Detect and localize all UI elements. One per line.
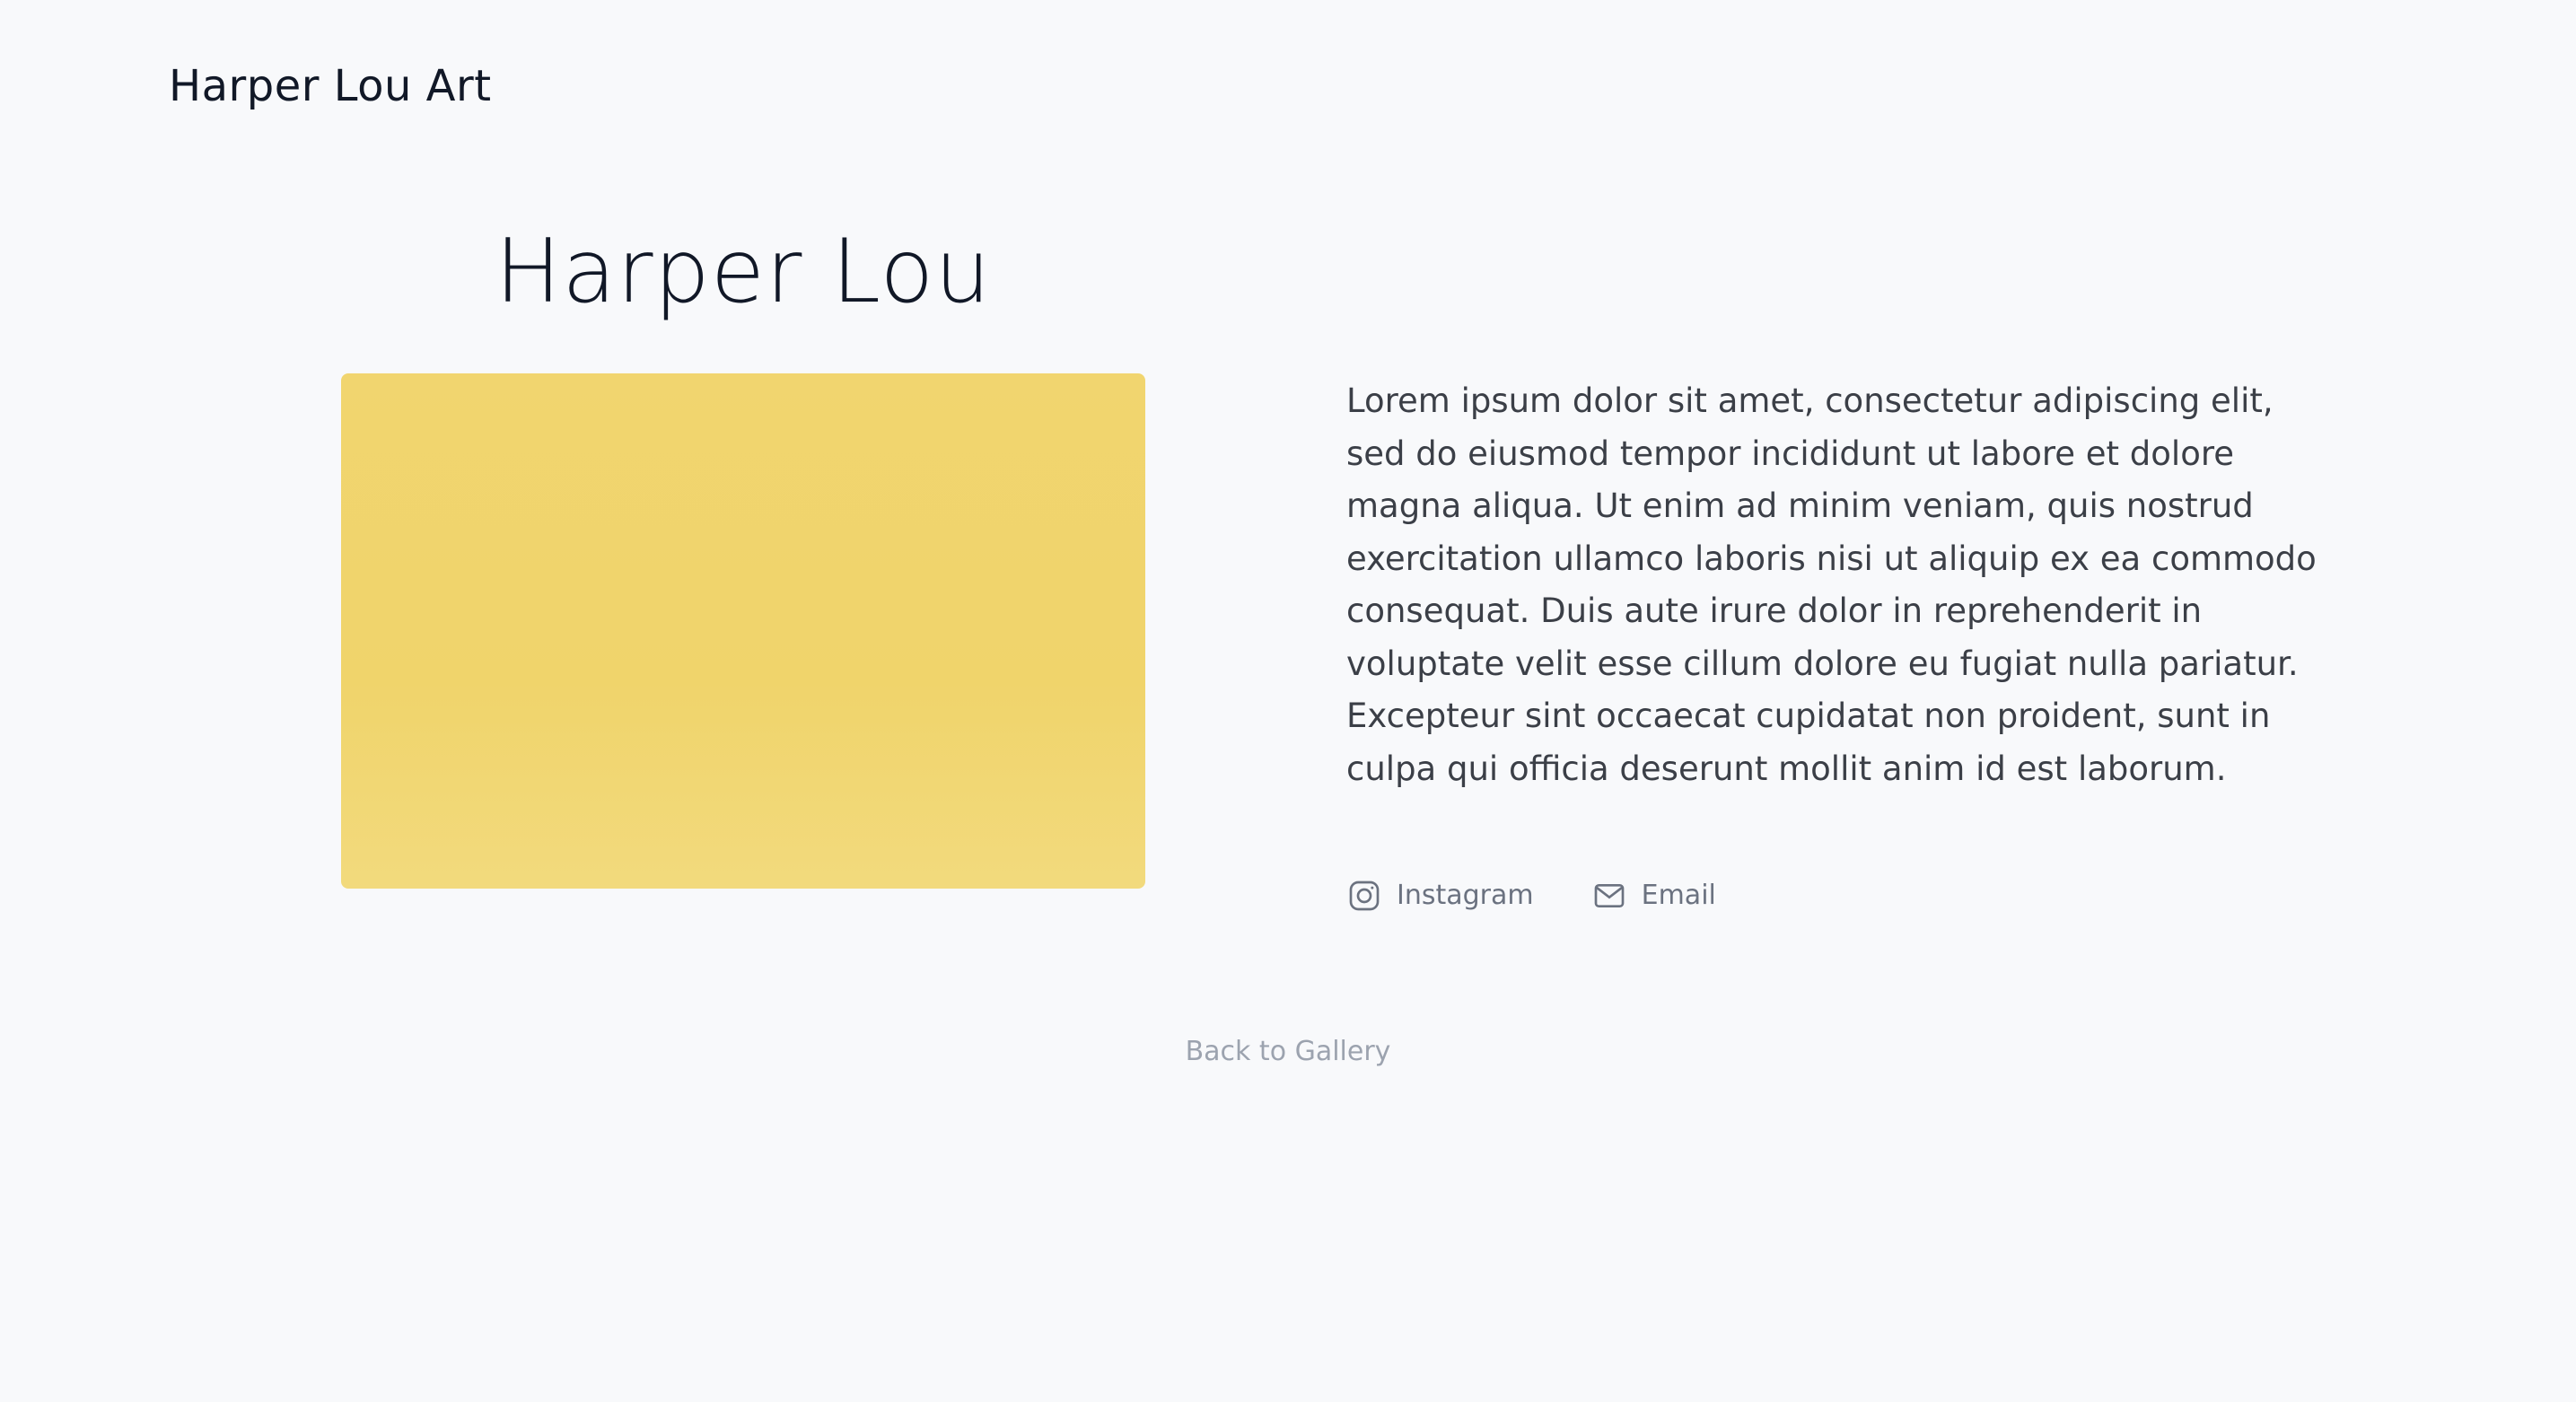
back-to-gallery-link[interactable]: Back to Gallery <box>0 1034 2576 1070</box>
site-title[interactable]: Harper Lou Art <box>169 59 492 113</box>
email-link[interactable]: Email <box>1591 878 1716 914</box>
artist-name: Harper Lou <box>495 221 992 323</box>
social-links: Instagram Email <box>1346 878 1716 914</box>
mail-icon <box>1594 884 1624 907</box>
artwork-image <box>341 373 1145 889</box>
instagram-label: Instagram <box>1397 880 1534 911</box>
artist-bio: Lorem ipsum dolor sit amet, consectetur … <box>1346 381 2317 788</box>
email-label: Email <box>1641 880 1716 911</box>
instagram-link[interactable]: Instagram <box>1346 878 1534 914</box>
instagram-icon <box>1349 881 1380 911</box>
